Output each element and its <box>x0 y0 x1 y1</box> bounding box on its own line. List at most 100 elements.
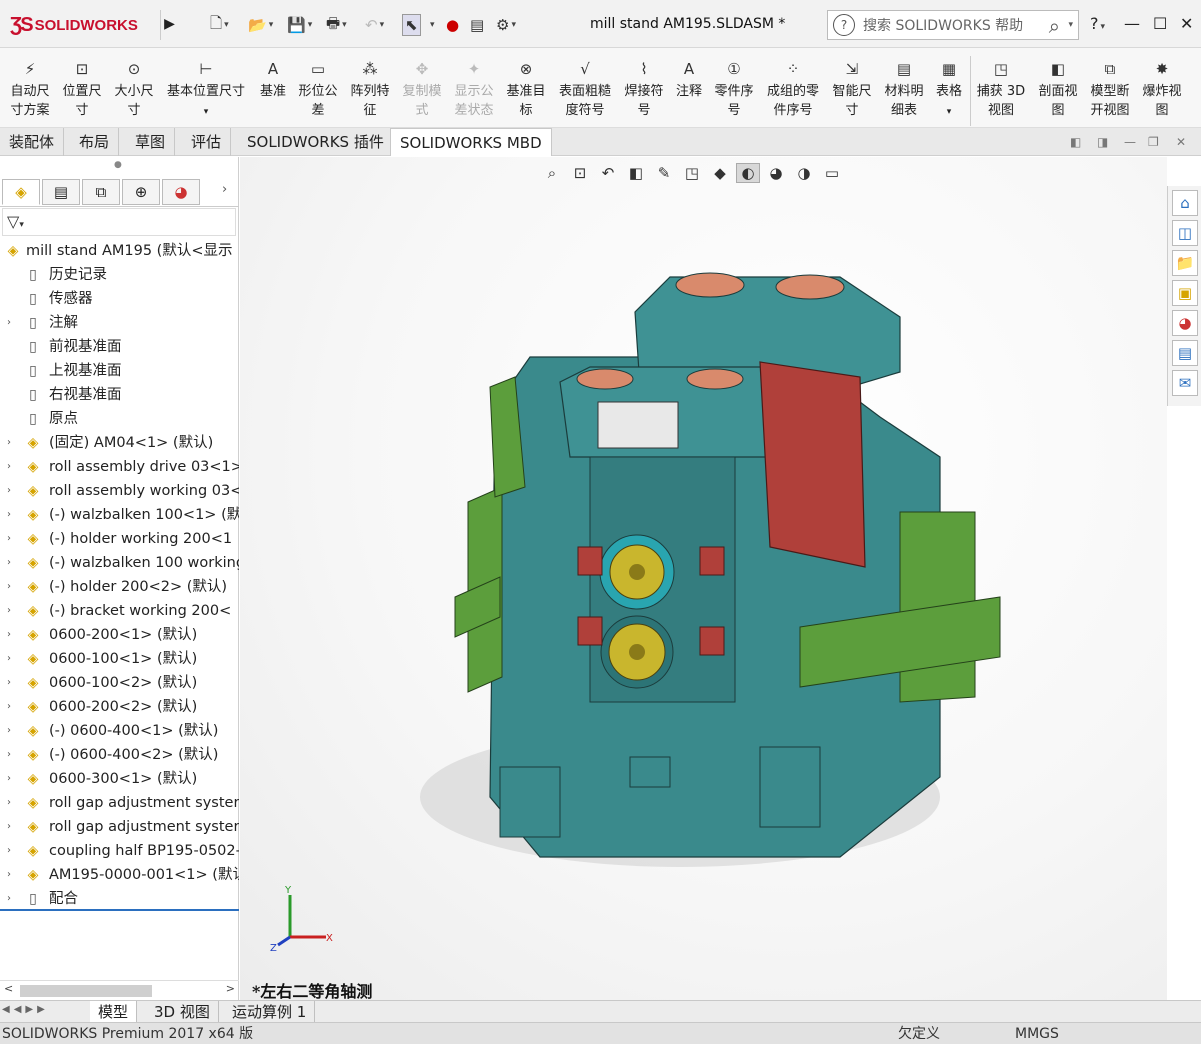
doc-close-icon[interactable]: ✕ <box>1176 135 1186 149</box>
tab-motion-study[interactable]: 运动算例 1 <box>224 1001 316 1023</box>
expand-arrow-icon[interactable]: › <box>7 671 11 695</box>
tile-left-icon[interactable]: ◧ <box>1070 135 1081 149</box>
expand-arrow-icon[interactable]: › <box>7 575 11 599</box>
home-icon[interactable]: ⌂ <box>1172 190 1198 216</box>
surface-finish-button[interactable]: √ 表面粗糙度符号 <box>555 56 615 120</box>
expand-arrow-icon[interactable]: › <box>7 695 11 719</box>
pane-grip-icon[interactable]: ● <box>114 160 122 170</box>
resources-icon[interactable]: ◫ <box>1172 220 1198 246</box>
bom-button[interactable]: ▤ 材料明细表 <box>880 56 928 120</box>
tree-item[interactable]: ▯ 原点 <box>0 407 239 431</box>
property-manager-tab-icon[interactable]: ▤ <box>42 179 80 205</box>
note-button[interactable]: A 注释 <box>670 56 708 101</box>
tree-item[interactable]: › ◈ (固定) AM04<1> (默认) <box>0 431 239 455</box>
expand-arrow-icon[interactable]: › <box>7 503 11 527</box>
tree-filter[interactable]: ▽▾ <box>2 208 236 236</box>
expand-arrow-icon[interactable]: › <box>7 311 11 335</box>
tab-nav-arrows-icon[interactable]: ◀◀▶▶ <box>2 1004 49 1015</box>
feature-tree-tab-icon[interactable]: ◈ <box>2 179 40 205</box>
smart-dim-button[interactable]: ⇲ 智能尺寸 <box>828 56 876 120</box>
undo-icon[interactable]: ↶ ▾ <box>365 14 384 36</box>
display-manager-tab-icon[interactable]: ◕ <box>162 179 200 205</box>
select-dropdown-icon[interactable]: ▾ <box>428 14 435 36</box>
tree-item[interactable]: › ◈ (-) bracket working 200< <box>0 599 239 623</box>
rebuild-icon[interactable]: ● <box>446 14 459 36</box>
expand-arrow-icon[interactable]: › <box>7 527 11 551</box>
tree-item[interactable]: › ◈ AM195-0000-001<1> (默认 <box>0 863 239 887</box>
tree-item[interactable]: › ◈ 0600-100<1> (默认) <box>0 647 239 671</box>
tab-layout[interactable]: 布局 <box>70 128 120 156</box>
expand-arrow-icon[interactable]: › <box>7 839 11 863</box>
maximize-button[interactable]: ☐ <box>1153 14 1167 33</box>
doc-restore-icon[interactable]: ❐ <box>1148 135 1159 149</box>
solidworks-logo[interactable]: ƷS SOLIDWORKS <box>10 10 155 40</box>
file-explorer-icon[interactable]: ▣ <box>1172 280 1198 306</box>
more-tabs-icon[interactable]: › <box>222 182 227 197</box>
tree-item[interactable]: ▯ 历史记录 <box>0 263 239 287</box>
expand-arrow-icon[interactable]: › <box>7 719 11 743</box>
tree-item[interactable]: ▯ 传感器 <box>0 287 239 311</box>
dimxpert-tab-icon[interactable]: ⊕ <box>122 179 160 205</box>
size-dim-button[interactable]: ⊙ 大小尺寸 <box>110 56 158 120</box>
expand-arrow-icon[interactable]: › <box>7 479 11 503</box>
expand-arrow-icon[interactable]: › <box>7 455 11 479</box>
open-document-icon[interactable]: 📂 ▾ <box>248 14 273 36</box>
tree-item[interactable]: ▯ 右视基准面 <box>0 383 239 407</box>
expand-arrow-icon[interactable]: › <box>7 647 11 671</box>
scroll-left-icon[interactable]: < <box>4 982 13 995</box>
datum-target-button[interactable]: ⊗ 基准目标 <box>502 56 550 120</box>
config-manager-tab-icon[interactable]: ⧉ <box>82 179 120 205</box>
tab-evaluate[interactable]: 评估 <box>182 128 232 156</box>
doc-minimize-icon[interactable]: — <box>1124 135 1136 149</box>
tab-3d-view[interactable]: 3D 视图 <box>146 1001 219 1023</box>
tree-item[interactable]: › ◈ roll assembly drive 03<1> <box>0 455 239 479</box>
search-dropdown-icon[interactable]: ▾ <box>1068 20 1073 30</box>
expand-arrow-icon[interactable]: › <box>7 551 11 575</box>
tolerance-status-button[interactable]: ✦ 显示公差状态 <box>450 56 498 120</box>
design-library-icon[interactable]: 📁 <box>1172 250 1198 276</box>
weld-symbol-button[interactable]: ⌇ 焊接符号 <box>620 56 668 120</box>
tree-item[interactable]: ▯ 前视基准面 <box>0 335 239 359</box>
search-input[interactable]: 搜索 SOLIDWORKS 帮助 <box>863 15 1023 35</box>
break-view-button[interactable]: ⧉ 模型断开视图 <box>1086 56 1134 120</box>
appearances-icon[interactable]: ◕ <box>1172 310 1198 336</box>
section-view-button[interactable]: ◧ 剖面视图 <box>1034 56 1082 120</box>
scroll-thumb[interactable] <box>20 985 152 997</box>
tree-item[interactable]: › ▯ 注解 <box>0 311 239 335</box>
tile-right-icon[interactable]: ◨ <box>1097 135 1108 149</box>
tree-item[interactable]: › ◈ (-) 0600-400<1> (默认) <box>0 719 239 743</box>
basic-location-button[interactable]: ⊢ 基本位置尺寸 ▾ <box>162 56 250 122</box>
menu-expand-icon[interactable]: ▶ <box>160 10 178 40</box>
new-document-icon[interactable]: 🗋 ▾ <box>210 14 229 36</box>
minimize-button[interactable]: — <box>1124 14 1140 33</box>
tree-item[interactable]: › ◈ 0600-200<2> (默认) <box>0 695 239 719</box>
balloon-button[interactable]: ① 零件序号 <box>710 56 758 120</box>
expand-arrow-icon[interactable]: › <box>7 623 11 647</box>
graphics-area[interactable]: ⌕ ⊡ ↶ ◧ ✎ ◳ ◆ ◐ ◕ ◑ ▭ Y X Z *左右二等角轴测 <box>240 157 1167 1000</box>
tree-item[interactable]: › ◈ (-) 0600-400<2> (默认) <box>0 743 239 767</box>
tree-item[interactable]: › ◈ roll gap adjustment syster <box>0 815 239 839</box>
location-dim-button[interactable]: ⊡ 位置尺寸 <box>58 56 106 120</box>
scroll-right-icon[interactable]: > <box>226 982 235 995</box>
custom-properties-icon[interactable]: ▤ <box>1172 340 1198 366</box>
tree-item[interactable]: › ◈ 0600-200<1> (默认) <box>0 623 239 647</box>
expand-arrow-icon[interactable]: › <box>7 791 11 815</box>
options-gear-icon[interactable]: ⚙ ▾ <box>496 14 516 36</box>
file-properties-icon[interactable]: ▤ <box>470 14 484 36</box>
tree-scrollbar[interactable]: < > <box>0 980 239 1000</box>
status-units[interactable]: MMGS <box>1015 1023 1059 1045</box>
expand-arrow-icon[interactable]: › <box>7 599 11 623</box>
copy-scheme-button[interactable]: ✥ 复制模式 <box>398 56 446 120</box>
tab-mbd[interactable]: SOLIDWORKS MBD <box>390 128 552 156</box>
expand-arrow-icon[interactable]: › <box>7 815 11 839</box>
pattern-feature-button[interactable]: ⁂ 阵列特征 <box>346 56 394 120</box>
tree-root[interactable]: ◈ mill stand AM195 (默认<显示 <box>0 239 239 263</box>
expand-arrow-icon[interactable]: › <box>7 887 11 911</box>
expand-arrow-icon[interactable]: › <box>7 863 11 887</box>
tree-item[interactable]: › ◈ coupling half BP195-0502- <box>0 839 239 863</box>
tree-item[interactable]: › ◈ roll assembly working 03< <box>0 479 239 503</box>
tree-item[interactable]: › ◈ 0600-300<1> (默认) <box>0 767 239 791</box>
tab-model[interactable]: 模型 <box>90 1001 138 1023</box>
geometric-tolerance-button[interactable]: ▭ 形位公差 <box>294 56 342 120</box>
tree-item[interactable]: › ◈ (-) walzbalken 100 working <box>0 551 239 575</box>
